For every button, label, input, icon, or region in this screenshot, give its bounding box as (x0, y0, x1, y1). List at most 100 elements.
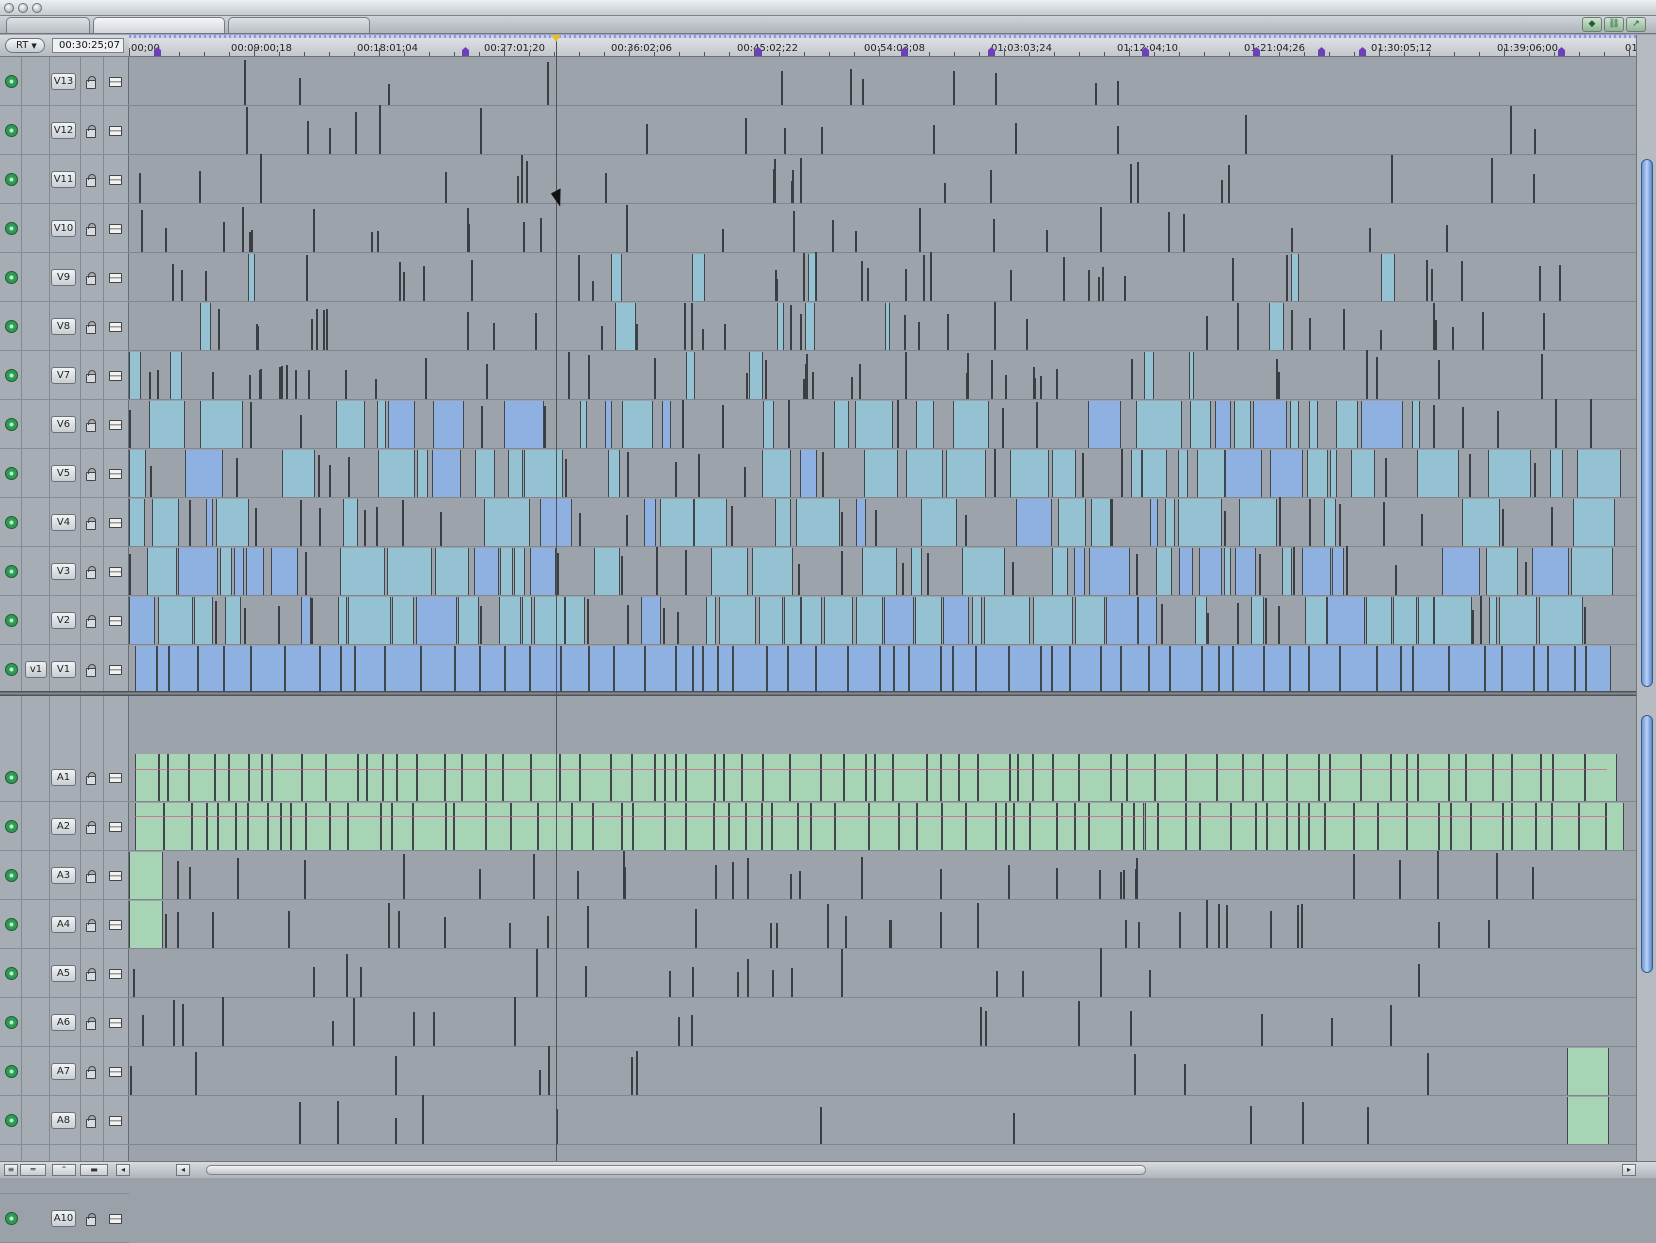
video-clip[interactable] (1223, 548, 1232, 595)
edit-point[interactable] (860, 260, 863, 301)
destination-control[interactable]: V12 (51, 121, 76, 139)
audio-clip[interactable] (1144, 803, 1158, 850)
edit-point[interactable] (831, 220, 834, 252)
audio-clip[interactable] (789, 754, 821, 801)
auto-select-icon[interactable] (109, 1066, 122, 1077)
video-clip[interactable] (156, 646, 169, 693)
edit-point[interactable] (305, 254, 308, 301)
edit-point[interactable] (772, 970, 775, 997)
video-clip[interactable] (504, 401, 544, 448)
audio-clip[interactable] (1606, 803, 1625, 850)
video-clip[interactable] (565, 597, 586, 644)
track-v4[interactable] (129, 497, 1636, 547)
video-clip[interactable] (168, 646, 199, 693)
track-v2[interactable] (129, 595, 1636, 645)
video-clip[interactable] (504, 646, 530, 693)
audio-clip[interactable] (1089, 803, 1122, 850)
audio-visibility-icon[interactable] (5, 819, 18, 833)
edit-point[interactable] (1119, 872, 1122, 899)
edit-point[interactable] (1541, 353, 1544, 399)
edit-point[interactable] (164, 227, 167, 252)
edit-point[interactable] (288, 911, 291, 948)
edit-point[interactable] (1133, 1053, 1136, 1095)
edit-point[interactable] (1469, 454, 1472, 497)
video-clip[interactable] (500, 548, 514, 595)
edit-point[interactable] (1025, 319, 1028, 350)
timecode-ruler[interactable]: 00;00 00:09:00;18 00:18:01;04 00:27:01;20 00… (129, 35, 1636, 57)
edit-point[interactable] (1533, 173, 1536, 203)
video-clip[interactable] (1532, 548, 1570, 595)
video-clip[interactable] (1040, 646, 1052, 693)
edit-point[interactable] (1551, 506, 1554, 546)
edit-point[interactable] (922, 254, 925, 301)
lock-icon[interactable] (86, 1212, 96, 1226)
edit-point[interactable] (395, 1117, 398, 1144)
audio-clip[interactable] (1406, 754, 1418, 801)
track-v13[interactable] (129, 57, 1636, 106)
edit-point[interactable] (1367, 1106, 1370, 1144)
edit-point[interactable] (129, 553, 131, 595)
video-clip[interactable] (796, 499, 841, 546)
audio-clip[interactable] (291, 803, 306, 850)
video-clip[interactable] (610, 254, 623, 301)
edit-point[interactable] (946, 313, 949, 350)
video-clip[interactable] (1538, 597, 1584, 644)
edit-point[interactable] (1135, 869, 1138, 899)
audio-clip[interactable] (510, 803, 539, 850)
video-clip[interactable] (1135, 401, 1182, 448)
edit-point[interactable] (1353, 853, 1356, 899)
edit-point[interactable] (840, 511, 843, 546)
edit-point[interactable] (311, 318, 314, 350)
audio-clip[interactable] (1450, 803, 1471, 850)
track-a5[interactable] (129, 948, 1636, 998)
audio-clip[interactable] (1006, 803, 1015, 850)
video-clip[interactable] (234, 548, 245, 595)
video-clip[interactable] (285, 646, 320, 693)
edit-point[interactable] (312, 209, 315, 252)
edit-point[interactable] (212, 371, 215, 399)
audio-clip[interactable] (453, 803, 486, 850)
edit-point[interactable] (789, 873, 792, 899)
edit-point[interactable] (1542, 312, 1545, 350)
destination-control[interactable]: V5 (51, 464, 76, 482)
audio-clip[interactable] (267, 803, 282, 850)
close-button[interactable] (4, 3, 14, 13)
audio-clip[interactable] (462, 754, 486, 801)
video-clip[interactable] (1291, 254, 1299, 301)
audio-clip[interactable] (229, 754, 250, 801)
video-clip[interactable] (376, 401, 387, 448)
edit-point[interactable] (425, 358, 428, 399)
edit-point[interactable] (1301, 904, 1304, 948)
edit-point[interactable] (654, 357, 657, 399)
scroll-right-icon[interactable]: ▸ (1622, 1164, 1636, 1176)
edit-point[interactable] (874, 509, 877, 546)
video-clip[interactable] (762, 450, 792, 497)
video-clip[interactable] (1052, 548, 1069, 595)
edit-point[interactable] (165, 913, 168, 948)
audio-clip[interactable] (383, 754, 397, 801)
video-clip[interactable] (915, 597, 943, 644)
video-clip[interactable] (1377, 646, 1401, 693)
audio-clip[interactable] (1263, 754, 1287, 801)
audio-clip[interactable] (1134, 803, 1145, 850)
lock-icon[interactable] (86, 967, 96, 981)
edit-point[interactable] (967, 352, 970, 399)
audio-clip[interactable] (1078, 754, 1112, 801)
video-visibility-icon[interactable] (5, 466, 18, 480)
edit-point[interactable] (539, 218, 542, 252)
video-clip[interactable] (129, 499, 145, 546)
edit-point[interactable] (139, 172, 142, 203)
video-clip[interactable] (1264, 646, 1290, 693)
edit-point[interactable] (1343, 308, 1346, 350)
edit-point[interactable] (905, 351, 908, 399)
edit-point[interactable] (840, 551, 843, 595)
audio-clip[interactable] (874, 754, 894, 801)
snapping-icon[interactable]: ◆ (1582, 17, 1602, 32)
edit-point[interactable] (547, 62, 550, 105)
video-clip[interactable] (198, 646, 225, 693)
audio-clip[interactable] (820, 754, 844, 801)
video-clip[interactable] (215, 499, 250, 546)
video-clip[interactable] (1177, 450, 1188, 497)
edit-point[interactable] (1082, 453, 1085, 497)
video-clip[interactable] (946, 450, 986, 497)
